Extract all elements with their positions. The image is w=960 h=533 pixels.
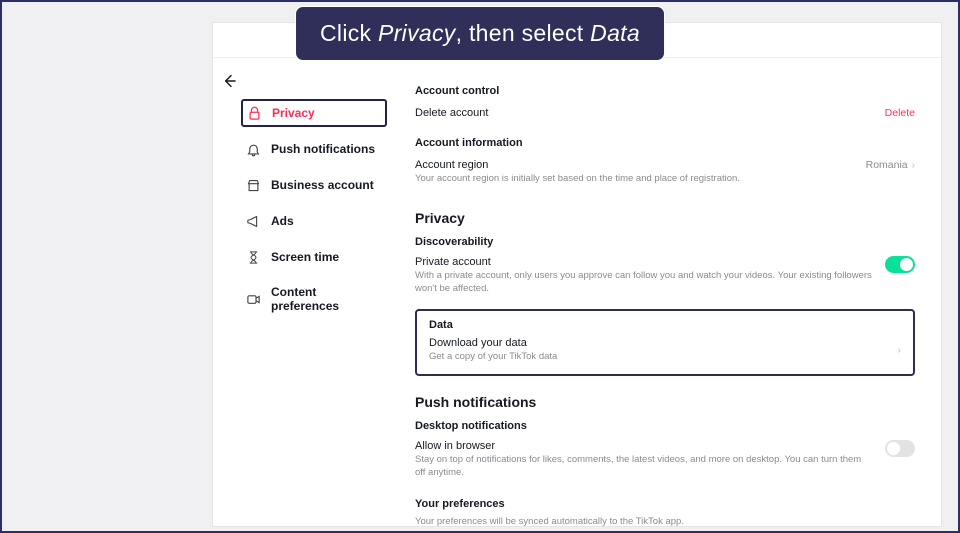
instruction-banner: Click Privacy, then select Data [295,6,665,61]
back-button[interactable] [217,69,241,93]
sidebar-item-label: Content preferences [271,285,383,313]
sidebar-item-label: Ads [271,214,294,228]
sidebar-item-label: Business account [271,178,374,192]
push-heading: Push notifications [415,394,915,410]
tutorial-frame: Click Privacy, then select Data Privacy … [0,0,960,533]
settings-main: Account control Delete account Delete Ac… [395,71,941,526]
bell-icon [245,141,261,157]
sidebar-item-push[interactable]: Push notifications [241,135,387,163]
storefront-icon [245,177,261,193]
sidebar-item-label: Push notifications [271,142,375,156]
allow-browser-toggle[interactable] [885,440,915,457]
privacy-heading: Privacy [415,210,915,226]
your-prefs-desc: Your preferences will be synced automati… [415,516,915,526]
delete-account-row: Delete account Delete [415,105,915,125]
chevron-right-icon: › [898,345,901,356]
delete-account-link[interactable]: Delete [885,107,915,119]
sidebar-item-content[interactable]: Content preferences [241,279,387,319]
instr-text-mid: , then select [456,20,591,46]
sidebar-item-label: Privacy [272,106,315,120]
lock-icon [246,105,262,121]
account-region-desc: Your account region is initially set bas… [415,173,854,186]
download-data-desc: Get a copy of your TikTok data [429,351,557,364]
private-account-toggle[interactable] [885,256,915,273]
sidebar-item-label: Screen time [271,250,339,264]
private-account-label: Private account [415,256,873,268]
allow-browser-row: Allow in browser Stay on top of notifica… [415,438,915,486]
settings-sidebar: Privacy Push notifications Business acco… [213,71,395,526]
private-account-row: Private account With a private account, … [415,254,915,302]
data-section-card[interactable]: Data Download your data Get a copy of yo… [415,309,915,376]
your-prefs-heading: Your preferences [415,498,915,510]
account-control-heading: Account control [415,85,915,97]
video-icon [245,291,261,307]
app-window: Privacy Push notifications Business acco… [212,22,942,527]
hourglass-icon [245,249,261,265]
data-heading: Data [429,319,901,331]
allow-browser-label: Allow in browser [415,440,873,452]
private-account-desc: With a private account, only users you a… [415,270,873,296]
sidebar-item-business[interactable]: Business account [241,171,387,199]
account-region-label: Account region [415,159,854,171]
megaphone-icon [245,213,261,229]
instr-text-pre: Click [320,20,378,46]
download-data-label: Download your data [429,337,557,349]
sidebar-item-ads[interactable]: Ads [241,207,387,235]
chevron-right-icon: › [912,160,915,171]
desktop-notif-heading: Desktop notifications [415,420,915,432]
account-region-value: Romania [866,159,908,171]
account-info-heading: Account information [415,137,915,149]
allow-browser-desc: Stay on top of notifications for likes, … [415,454,873,480]
discoverability-heading: Discoverability [415,236,915,248]
sidebar-item-screentime[interactable]: Screen time [241,243,387,271]
instr-em1: Privacy [378,20,456,46]
sidebar-item-privacy[interactable]: Privacy [241,99,387,127]
account-region-row[interactable]: Account region Your account region is in… [415,157,915,192]
delete-account-label: Delete account [415,107,488,119]
arrow-left-icon [221,73,237,89]
instr-em2: Data [590,20,640,46]
